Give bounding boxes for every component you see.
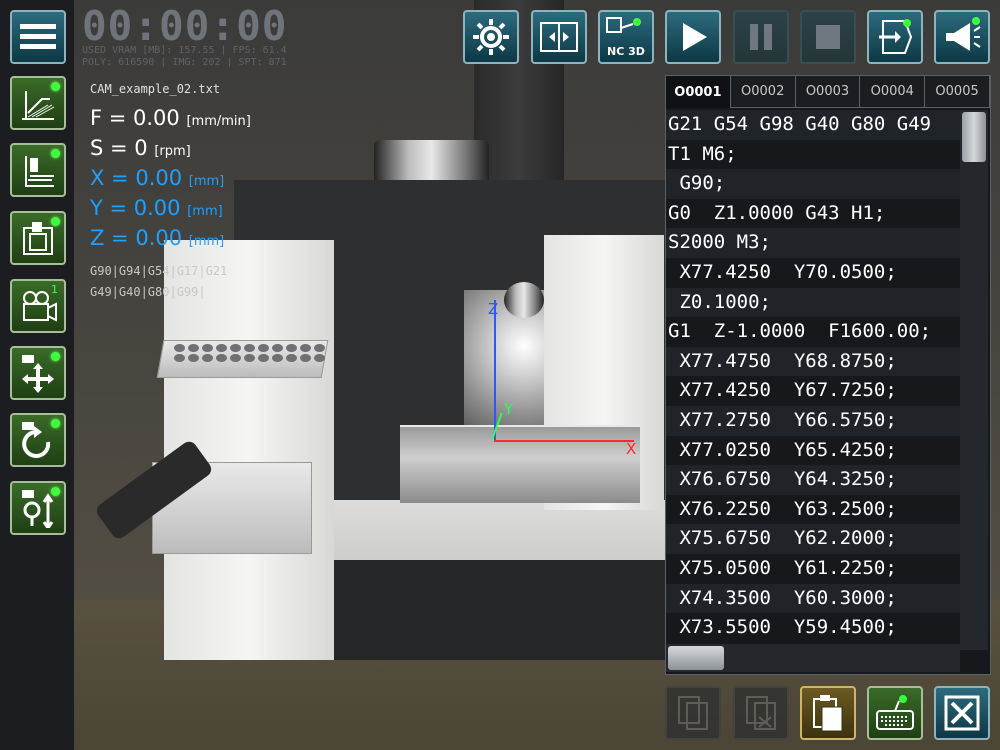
spindle-head (504, 282, 544, 318)
cut-icon (746, 696, 776, 730)
hamburger-icon (20, 24, 56, 49)
tab-o0002[interactable]: O0002 (730, 76, 796, 108)
close-editor-button[interactable] (934, 686, 990, 740)
play-button[interactable] (665, 10, 721, 64)
left-toolbar: 1 (0, 0, 74, 750)
led-icon (51, 82, 60, 91)
vertical-scrollbar[interactable] (960, 110, 988, 650)
code-line: X77.4250 Y70.0500; (668, 260, 897, 283)
nc-code-editor[interactable]: O0001 O0002 O0003 O0004 O0005 G21 G54 G9… (665, 75, 991, 675)
code-line: Z0.1000; (666, 287, 960, 318)
horizontal-scroll-thumb[interactable] (668, 646, 724, 670)
pause-icon (750, 24, 772, 50)
feed-readout: F = 0.00 [mm/min] (90, 106, 251, 130)
code-line: X76.2250 Y63.2500; (668, 497, 897, 520)
modal-gcodes-row2: G49|G40|G80|G99| (90, 285, 206, 299)
perf-stats-line1: USED VRAM [MB]: 157.55 | FPS: 61.4 (82, 45, 287, 56)
tab-o0004[interactable]: O0004 (860, 76, 926, 108)
code-line: S2000 M3; (666, 228, 960, 258)
z-readout: Z = 0.00 [mm] (90, 226, 225, 250)
copy-icon (678, 696, 708, 730)
machine-view-button[interactable] (10, 211, 66, 265)
work-table (400, 425, 640, 503)
code-line: X77.2750 Y66.5750; (666, 405, 960, 436)
keyboard-button[interactable] (867, 686, 923, 740)
megaphone-icon (946, 17, 981, 51)
led-icon (51, 419, 60, 428)
vertical-scroll-thumb[interactable] (962, 112, 986, 162)
settings-button[interactable] (463, 10, 519, 64)
perf-stats-line2: POLY: 616590 | IMG: 202 | SPT: 871 (82, 57, 287, 68)
code-line: X77.0250 Y65.4250; (668, 438, 897, 461)
x-axis-line (494, 440, 634, 442)
code-line: G1 Z-1.0000 F1600.00; (668, 320, 932, 343)
tab-o0003[interactable]: O0003 (795, 76, 861, 108)
menu-button[interactable] (10, 10, 66, 64)
code-line: X74.3500 Y60.3000; (666, 583, 960, 614)
app-root: Z X Y 00:00:00 USED VRAM [MB]: 157.55 | … (0, 0, 1000, 750)
paste-button[interactable] (800, 686, 856, 740)
announce-button[interactable] (934, 10, 990, 64)
tab-o0005[interactable]: O0005 (925, 76, 990, 108)
tab-o0001[interactable]: O0001 (666, 76, 731, 108)
close-icon (944, 695, 980, 731)
play-icon (683, 23, 707, 51)
code-line: X75.0500 Y61.2250; (668, 556, 897, 579)
nc-3d-toggle-button[interactable]: NC 3D (598, 10, 654, 64)
tool-rack-holes (174, 344, 326, 362)
paste-icon (813, 695, 843, 732)
y-axis-label: Y (504, 400, 514, 418)
x-axis-label: X (626, 440, 637, 458)
code-line: T1 M6; (668, 142, 737, 165)
camera-rotate-button[interactable] (10, 413, 66, 467)
nc-3d-label: NC 3D (607, 45, 645, 58)
code-line: X73.5500 Y59.4500; (668, 616, 897, 639)
code-line: X76.6750 Y64.3250; (666, 465, 960, 495)
led-icon (51, 217, 60, 226)
stop-button[interactable] (800, 10, 856, 64)
code-line: G21 G54 G98 G40 G80 G49 (666, 110, 960, 140)
z-axis-line (494, 300, 496, 440)
gear-icon (473, 19, 509, 55)
camera-zoom-button[interactable] (10, 481, 66, 535)
import-button[interactable] (867, 10, 923, 64)
stop-icon (816, 25, 840, 49)
code-lines[interactable]: G21 G54 G98 G40 G80 G49 T1 M6; G90; G0 Z… (666, 110, 960, 644)
camera-badge: 1 (51, 283, 58, 296)
code-line: X75.6750 Y62.2000; (666, 524, 960, 554)
split-view-icon (540, 22, 578, 52)
speed-readout: S = 0 [rpm] (90, 136, 191, 160)
z-axis-label: Z (488, 300, 499, 318)
keyboard-icon (876, 695, 914, 730)
led-icon (51, 487, 60, 496)
code-line: X77.4750 Y68.8750; (666, 346, 960, 377)
modal-gcodes-row1: G90|G94|G54|G17|G21 (90, 264, 228, 278)
tool-view-button[interactable] (10, 143, 66, 197)
cut-button[interactable] (733, 686, 789, 740)
y-readout: Y = 0.00 [mm] (90, 196, 223, 220)
camera-select-button[interactable]: 1 (10, 279, 66, 333)
import-icon (879, 19, 913, 54)
toolpath-view-button[interactable] (10, 76, 66, 130)
led-icon (51, 352, 60, 361)
code-line: G90; (666, 169, 960, 199)
program-tabs: O0001 O0002 O0003 O0004 O0005 (666, 76, 990, 108)
horizontal-scrollbar[interactable] (666, 644, 960, 672)
camera-pan-button[interactable] (10, 346, 66, 400)
split-view-button[interactable] (531, 10, 587, 64)
x-readout: X = 0.00 [mm] (90, 166, 225, 190)
code-line: X77.4250 Y67.7250; (668, 379, 897, 402)
copy-button[interactable] (665, 686, 721, 740)
led-icon (51, 149, 60, 158)
file-name: CAM_example_02.txt (90, 82, 221, 96)
elapsed-timer: 00:00:00 (82, 2, 288, 50)
pause-button[interactable] (733, 10, 789, 64)
code-line: G0 Z1.0000 G43 H1; (668, 201, 886, 224)
